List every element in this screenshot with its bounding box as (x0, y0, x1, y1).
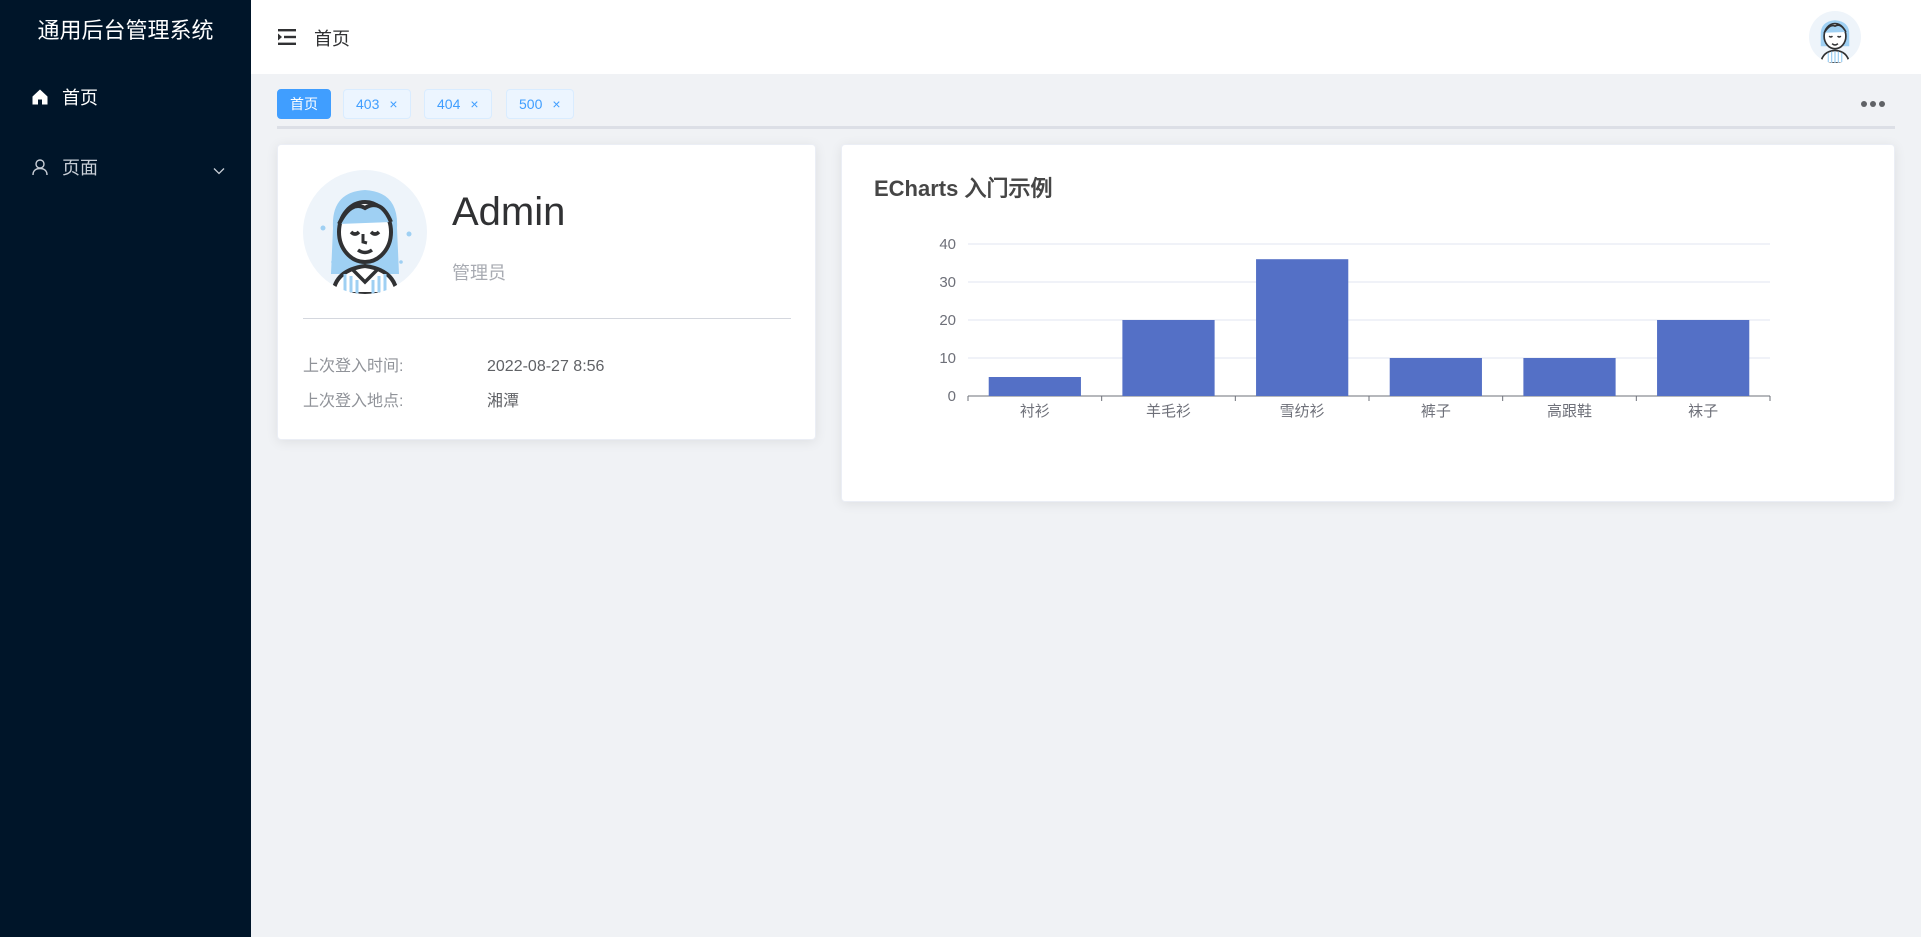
sidebar-item-label: 首页 (62, 88, 98, 108)
close-icon[interactable]: × (389, 96, 397, 112)
tag-label: 首页 (290, 96, 318, 112)
bar (1122, 320, 1215, 396)
sidebar-item-home[interactable]: 首页 (0, 62, 251, 132)
y-tick-label: 30 (939, 274, 956, 291)
info-value: 湘潭 (487, 393, 520, 410)
tag-500[interactable]: 500 × (506, 89, 574, 119)
chevron-down-icon (213, 159, 225, 180)
x-tick-label: 衬衫 (1020, 403, 1050, 420)
user-icon (30, 157, 50, 177)
y-tick-label: 10 (939, 350, 956, 367)
divider (303, 318, 791, 319)
tag-label: 403 (356, 96, 380, 112)
tag-label: 404 (437, 96, 461, 112)
sidebar-item-pages[interactable]: 页面 (0, 132, 251, 202)
user-role: 管理员 (452, 263, 506, 283)
tag-label: 500 (519, 96, 543, 112)
bar (1657, 320, 1750, 396)
top-header: 首页 (251, 0, 1921, 74)
x-tick-label: 裤子 (1421, 403, 1451, 420)
user-name: Admin (452, 190, 566, 234)
tag-404[interactable]: 404 × (424, 89, 492, 119)
home-icon (30, 87, 50, 107)
menu-fold-icon[interactable] (277, 27, 299, 47)
more-icon[interactable] (1861, 101, 1885, 109)
bar (1389, 358, 1482, 396)
app-title: 通用后台管理系统 (37, 18, 214, 43)
x-tick-label: 羊毛衫 (1146, 403, 1191, 420)
tag-403[interactable]: 403 × (343, 89, 411, 119)
info-label: 上次登入时间: (303, 358, 404, 375)
tag-home[interactable]: 首页 (277, 89, 331, 119)
bar (1523, 358, 1616, 396)
bar (1256, 259, 1349, 396)
close-icon[interactable]: × (552, 96, 560, 112)
sidebar: 通用后台管理系统 首页 页面 (0, 0, 251, 937)
tags-bar: 首页 403 × 404 × 500 × (277, 89, 1895, 129)
info-value: 2022-08-27 8:56 (487, 358, 605, 375)
last-login-place-row: 上次登入地点: 湘潭 (303, 387, 519, 411)
last-login-time-row: 上次登入时间: 2022-08-27 8:56 (303, 352, 604, 376)
user-card: Admin 管理员 上次登入时间: 2022-08-27 8:56 上次登入地点:… (277, 144, 816, 440)
sidebar-item-label: 页面 (62, 158, 98, 178)
avatar (303, 170, 427, 294)
close-icon[interactable]: × (470, 96, 478, 112)
x-tick-label: 高跟鞋 (1547, 403, 1592, 420)
x-tick-label: 雪纺衫 (1280, 403, 1325, 420)
y-tick-label: 40 (939, 236, 956, 253)
chart-title: ECharts 入门示例 (874, 176, 1053, 201)
chart-card: 0 10 20 30 40 衬衫 羊毛衫 雪纺衫 裤子 高跟鞋 袜子 ECharts 入门示例 (841, 144, 1895, 502)
y-tick-label: 0 (948, 388, 956, 405)
breadcrumb[interactable]: 首页 (314, 25, 350, 51)
bar (988, 377, 1081, 396)
x-tick-label: 袜子 (1688, 403, 1718, 420)
y-tick-label: 20 (939, 312, 956, 329)
avatar[interactable] (1809, 11, 1861, 63)
info-label: 上次登入地点: (303, 393, 404, 410)
